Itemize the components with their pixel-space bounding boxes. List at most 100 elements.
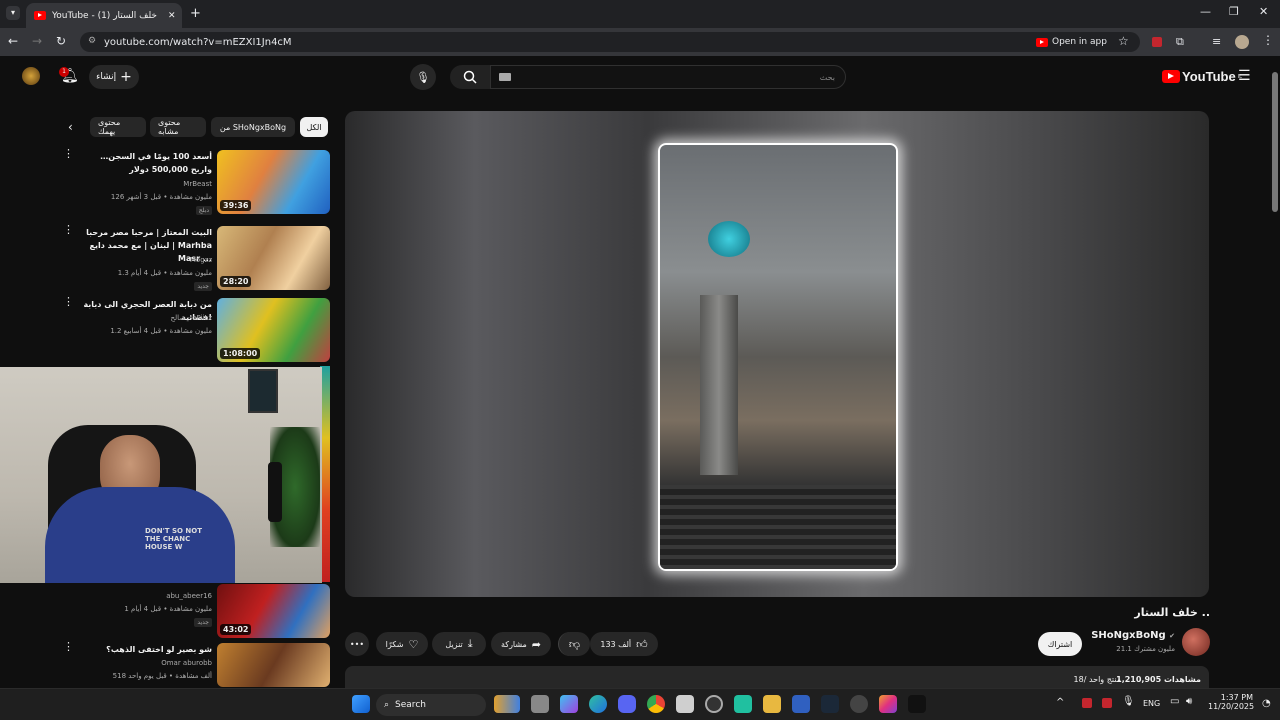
- video-channel[interactable]: Mogzz: [82, 256, 212, 264]
- tray-app-icon[interactable]: [1102, 698, 1112, 708]
- windows-start-icon[interactable]: [352, 695, 370, 713]
- clock[interactable]: 1:37 PM 11/20/2025: [1208, 693, 1255, 711]
- chip-recommended[interactable]: محتوى يهمك: [90, 117, 146, 137]
- discord-icon[interactable]: [618, 695, 636, 713]
- search-icon: ⌕: [384, 700, 390, 710]
- video-duration: 39:36: [220, 200, 252, 211]
- video-thumbnail[interactable]: 28:20: [217, 226, 330, 290]
- reload-icon[interactable]: ↻: [56, 34, 66, 48]
- list-item[interactable]: 43:02 abu_abeer16 1 مليون مشاهدة • قبل 4…: [85, 584, 330, 638]
- account-avatar[interactable]: [22, 67, 40, 85]
- edge-icon[interactable]: [589, 695, 607, 713]
- browser-menu-icon[interactable]: ⋮: [1262, 33, 1274, 47]
- video-badge: جديد: [194, 618, 212, 627]
- keyboard-icon[interactable]: [499, 73, 511, 81]
- voice-search-button[interactable]: 🎙︎: [410, 64, 436, 90]
- list-item[interactable]: 28:20 البيت المعتاز | مرحبا مصر مرحبا لب…: [63, 224, 330, 292]
- dislike-button[interactable]: 👎︎: [558, 632, 590, 656]
- channel-name[interactable]: SHoNgxBoNg ✔: [1090, 630, 1175, 641]
- obs-icon[interactable]: [850, 695, 868, 713]
- tiktok-icon[interactable]: [908, 695, 926, 713]
- reading-list-icon[interactable]: ≡: [1212, 35, 1221, 48]
- github-desktop-icon[interactable]: [705, 695, 723, 713]
- file-explorer-icon[interactable]: [763, 695, 781, 713]
- app-icon[interactable]: [734, 695, 752, 713]
- video-title-main: خلف الستار ..: [1134, 606, 1210, 619]
- microphone-tray-icon[interactable]: 🎙︎: [1122, 696, 1135, 707]
- channel-avatar[interactable]: [1182, 628, 1210, 656]
- video-thumbnail[interactable]: 43:02: [217, 584, 330, 638]
- show-hidden-icons[interactable]: ^: [1056, 697, 1064, 708]
- search-input[interactable]: بحث: [490, 65, 846, 89]
- video-thumbnail[interactable]: 1:08:00: [217, 298, 330, 362]
- microphone-stand: [268, 462, 282, 522]
- video-channel[interactable]: صالح - oPiiLz: [82, 314, 212, 322]
- site-info-icon[interactable]: ⚙: [88, 36, 96, 46]
- extensions-puzzle-icon[interactable]: ⧉: [1176, 35, 1184, 49]
- volume-icon[interactable]: 🔊︎: [1186, 696, 1192, 707]
- video-channel[interactable]: MrBeast: [82, 180, 212, 188]
- list-item[interactable]: شو بصير لو اختفى الذهب؟ Omar aburobb 518…: [63, 641, 330, 687]
- copilot-icon[interactable]: [560, 695, 578, 713]
- video-duration: 28:20: [220, 276, 252, 287]
- list-item[interactable]: 1:08:00 من دبابة العصر الحجري الى دبابة …: [63, 296, 330, 364]
- guide-menu-icon[interactable]: ☰: [1238, 68, 1251, 84]
- bookmark-star-icon[interactable]: ☆: [1118, 34, 1129, 48]
- video-channel[interactable]: abu_abeer16: [82, 592, 212, 600]
- more-options-icon[interactable]: ⋮: [63, 224, 74, 235]
- video-meta: 126 مليون مشاهدة • قبل 3 أشهر: [110, 193, 212, 201]
- more-options-icon[interactable]: ⋮: [63, 641, 74, 652]
- back-arrow-icon[interactable]: ←: [8, 34, 18, 48]
- open-in-app-button[interactable]: Open in app: [1036, 35, 1107, 49]
- clock-date: 11/20/2025: [1208, 702, 1255, 711]
- taskbar-search[interactable]: ⌕ Search: [376, 694, 486, 716]
- youtube-logo[interactable]: YouTube IL: [1162, 69, 1242, 84]
- forward-arrow-icon[interactable]: →: [32, 34, 42, 48]
- extension-icon[interactable]: [1152, 37, 1162, 47]
- more-options-icon[interactable]: ⋮: [63, 148, 74, 159]
- heart-dollar-icon: ♡: [408, 637, 419, 651]
- thanks-button[interactable]: شكرًا ♡: [376, 632, 428, 656]
- tab-youtube[interactable]: YouTube - (1) خلف الستار ✕: [26, 3, 182, 28]
- download-button[interactable]: تنزيل ⤓: [432, 632, 486, 656]
- search-button[interactable]: [450, 65, 490, 89]
- new-tab-button[interactable]: +: [190, 6, 201, 21]
- steam-icon[interactable]: [821, 695, 839, 713]
- minimize-button[interactable]: —: [1200, 5, 1211, 18]
- create-button[interactable]: إنشاء +: [89, 65, 139, 89]
- video-channel[interactable]: Omar aburobb: [82, 659, 212, 667]
- profile-avatar[interactable]: [1235, 35, 1249, 49]
- tray-app-icon[interactable]: [1082, 698, 1092, 708]
- list-item[interactable]: 39:36 أسعد 100 يومًا في السجن… واربح 500…: [63, 148, 330, 216]
- more-actions-button[interactable]: •••: [345, 632, 369, 656]
- instagram-icon[interactable]: [879, 695, 897, 713]
- chip-related[interactable]: محتوى مشابه: [150, 117, 206, 137]
- store-icon[interactable]: [676, 695, 694, 713]
- video-thumbnail[interactable]: 39:36: [217, 150, 330, 214]
- address-bar[interactable]: ⚙ youtube.com/watch?v=mEZXI1Jn4cM: [80, 32, 1140, 52]
- close-window-button[interactable]: ✕: [1259, 5, 1268, 18]
- scrollbar-thumb[interactable]: [1272, 72, 1278, 212]
- network-icon[interactable]: ▭: [1170, 696, 1179, 707]
- chip-all[interactable]: الكل: [300, 117, 328, 137]
- video-title[interactable]: شو بصير لو اختفى الذهب؟: [82, 643, 212, 656]
- task-view-icon[interactable]: [531, 695, 549, 713]
- share-button[interactable]: مشاركة ➦: [491, 632, 551, 656]
- restore-button[interactable]: ❐: [1229, 5, 1239, 18]
- like-button[interactable]: 133 ألف 👍︎: [590, 632, 658, 656]
- tab-list-button[interactable]: ▾: [6, 6, 20, 20]
- language-indicator[interactable]: ENG: [1143, 699, 1160, 708]
- video-frame: [658, 143, 898, 571]
- video-thumbnail[interactable]: [217, 643, 330, 687]
- chrome-icon[interactable]: [647, 695, 665, 713]
- app-icon[interactable]: [792, 695, 810, 713]
- chips-scroll-left-icon[interactable]: ‹: [68, 120, 73, 134]
- widgets-icon[interactable]: [494, 695, 520, 713]
- close-tab-icon[interactable]: ✕: [168, 11, 176, 21]
- video-title[interactable]: أسعد 100 يومًا في السجن… واربح 500,000 د…: [82, 150, 212, 176]
- video-badge: دبلج: [195, 206, 212, 215]
- notification-center-icon[interactable]: ◔: [1262, 698, 1271, 709]
- subscribe-button[interactable]: اشتراك: [1038, 632, 1082, 656]
- more-options-icon[interactable]: ⋮: [63, 296, 74, 307]
- chip-from-channel[interactable]: من SHoNgxBoNg: [211, 117, 295, 137]
